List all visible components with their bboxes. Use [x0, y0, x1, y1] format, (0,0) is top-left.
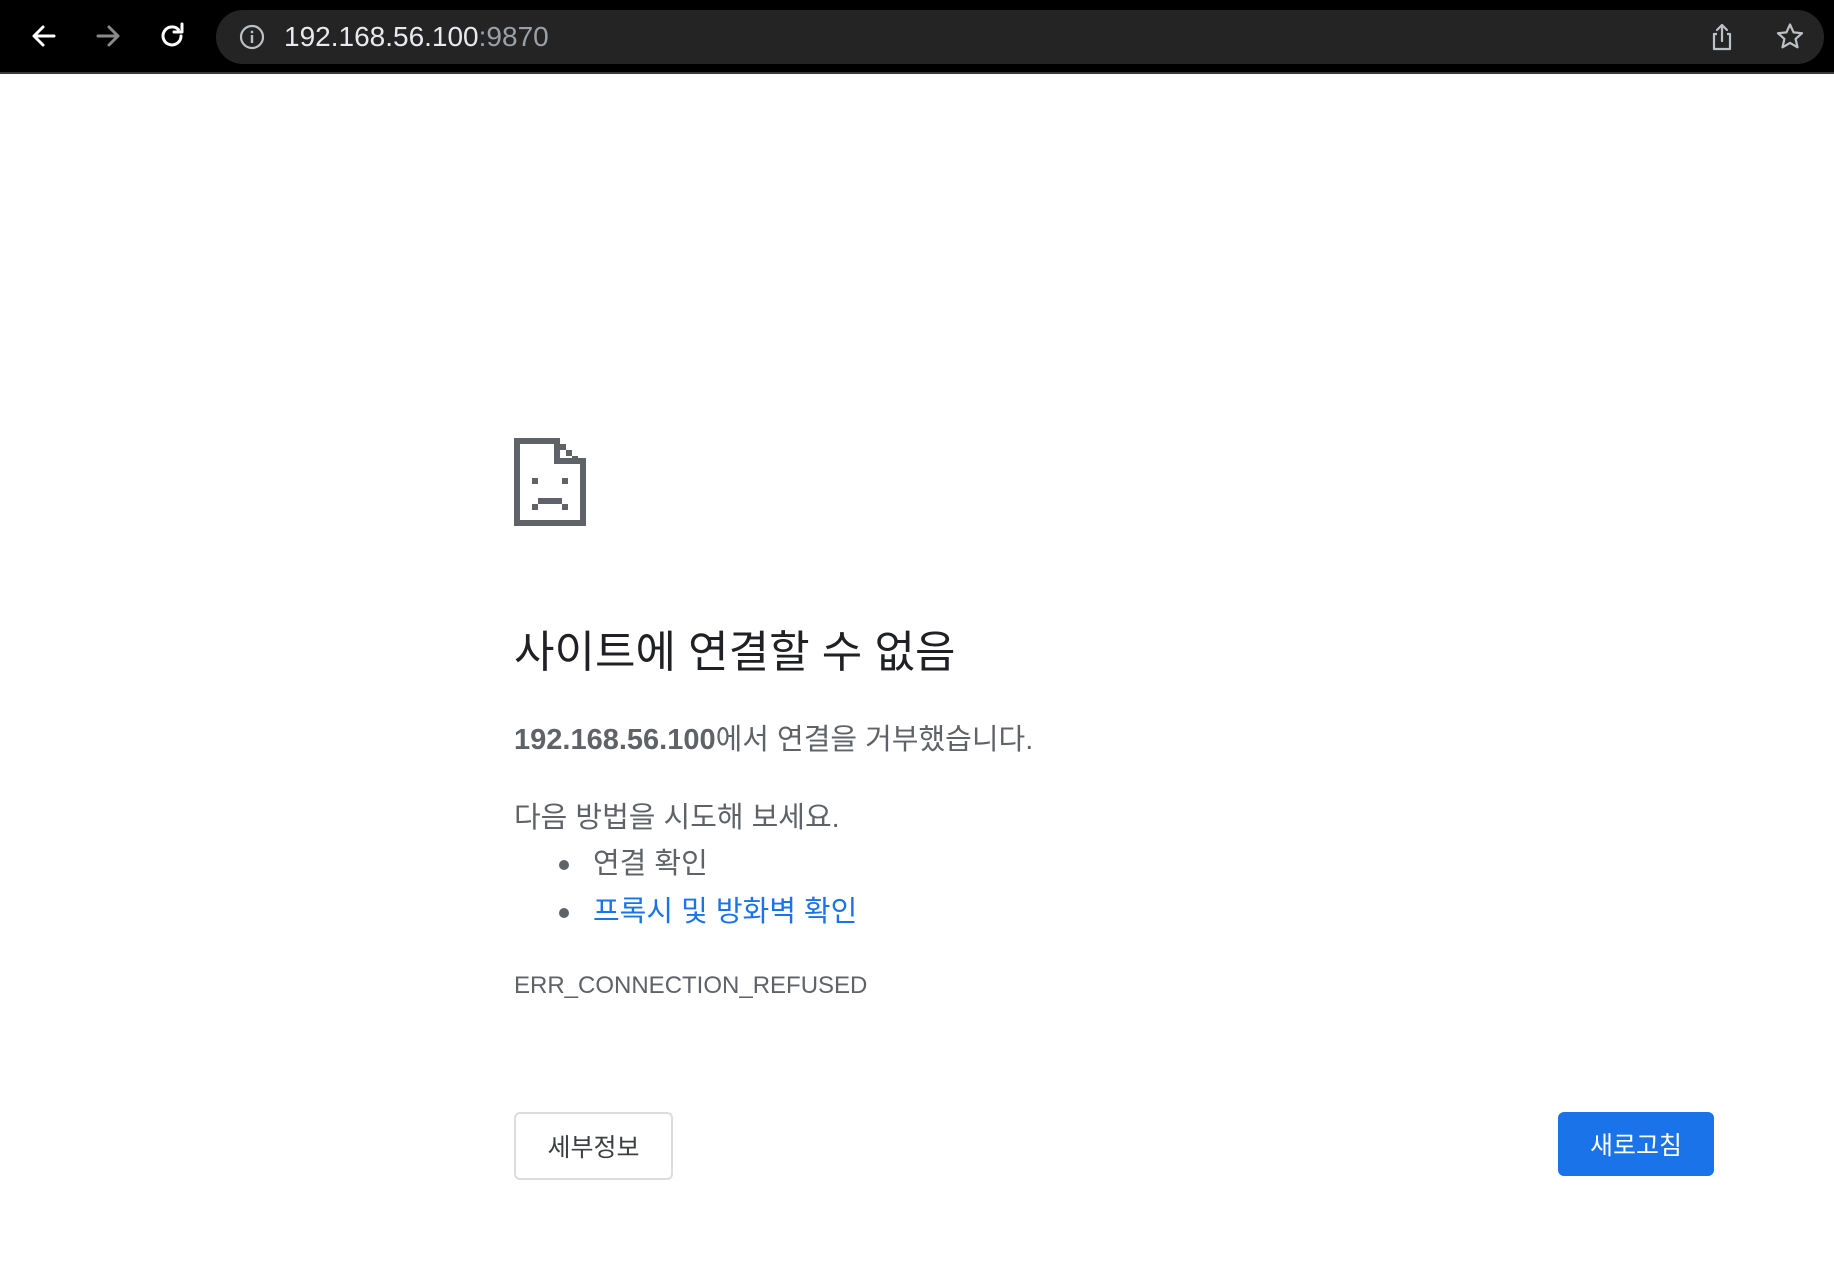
suggestions-title: 다음 방법을 시도해 보세요.: [514, 802, 840, 834]
forward-button[interactable]: [88, 16, 128, 56]
star-icon[interactable]: [1774, 21, 1806, 53]
arrow-left-icon: [32, 25, 56, 47]
list-item: 프록시 및 방화벽 확인: [514, 888, 857, 936]
error-summary-text: 에서 연결을 거부했습니다.: [715, 724, 1034, 756]
reload-button[interactable]: [152, 16, 192, 56]
error-code: ERR_CONNECTION_REFUSED: [514, 972, 868, 999]
reload-page-button[interactable]: 새로고침: [1558, 1112, 1714, 1176]
error-headline: 사이트에 연결할 수 없음: [514, 628, 956, 677]
back-button[interactable]: [24, 16, 64, 56]
browser-toolbar: 192.168.56.100:9870: [0, 0, 1834, 74]
url-port: :9870: [478, 21, 549, 52]
info-icon[interactable]: [238, 23, 266, 51]
address-bar[interactable]: 192.168.56.100:9870: [216, 10, 1824, 64]
suggestions-list: 연결 확인 프록시 및 방화벽 확인: [514, 840, 857, 936]
url-host: 192.168.56.100: [284, 21, 479, 52]
url-text[interactable]: 192.168.56.100:9870: [284, 10, 549, 64]
share-icon[interactable]: [1706, 21, 1738, 53]
list-item: 연결 확인: [514, 840, 857, 888]
reload-icon: [161, 22, 184, 47]
suggestion-check-proxy-link[interactable]: 프록시 및 방화벽 확인: [593, 896, 857, 928]
arrow-right-icon: [96, 25, 120, 47]
error-host: 192.168.56.100: [514, 724, 716, 756]
sad-page-icon: [514, 438, 586, 526]
error-summary: 192.168.56.100에서 연결을 거부했습니다.: [514, 716, 1033, 758]
details-button[interactable]: 세부정보: [514, 1112, 673, 1180]
suggestion-check-connection: 연결 확인: [593, 848, 708, 880]
